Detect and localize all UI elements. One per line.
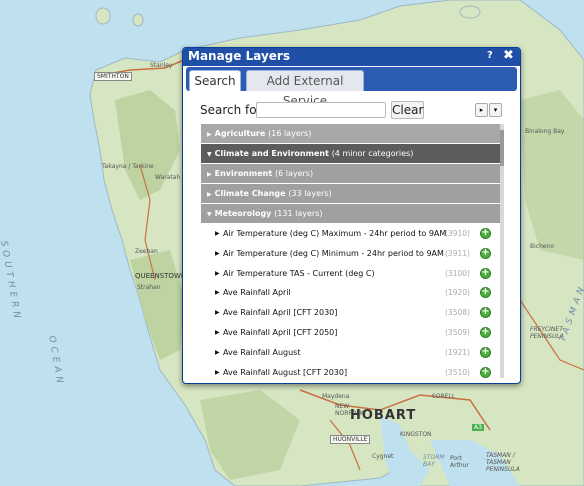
layer-id: (1920) [445, 288, 470, 298]
map-label-strahan: Strahan [137, 284, 161, 291]
help-button[interactable]: ? [487, 50, 493, 61]
map-label-maydena: Maydena [322, 393, 350, 400]
expanded-arrow-icon: ▼ [207, 211, 212, 218]
layer-name: Ave Rainfall August [CFT 2030] [223, 367, 348, 377]
layer-row[interactable]: ▶ Air Temperature (deg C) Minimum - 24hr… [201, 244, 502, 264]
layer-id: (3509) [445, 327, 470, 337]
close-icon[interactable]: ✖ [503, 48, 514, 63]
map-label-storm-bay: STORM BAY [423, 454, 445, 468]
expand-arrow-icon[interactable]: ▶ [215, 230, 220, 237]
expanded-arrow-icon: ▼ [207, 151, 212, 158]
tab-strip: Search Add External Service [186, 67, 517, 108]
map-label-zeehan: Zeehan [135, 248, 158, 255]
add-layer-icon[interactable]: + [480, 228, 491, 239]
manage-layers-dialog: Manage Layers ? ✖ Search Add External Se… [182, 47, 521, 384]
map-label-road-a3: A3 [472, 424, 484, 431]
layer-id: (3508) [445, 308, 470, 318]
map-label-sorell: SORELL [432, 393, 456, 400]
layer-id: (1921) [445, 347, 470, 357]
tab-search[interactable]: Search [189, 70, 241, 91]
collapsed-arrow-icon: ▶ [207, 131, 212, 138]
expand-arrow-icon[interactable]: ▶ [215, 309, 220, 316]
layer-id: (3100) [445, 268, 470, 278]
map-label-port-arthur: Port Arthur [450, 455, 469, 469]
layer-name: Air Temperature (deg C) Minimum - 24hr p… [223, 248, 444, 258]
map-label-cygnet: Cygnet [372, 453, 394, 460]
collapsed-arrow-icon: ▶ [207, 171, 212, 178]
map-label-bicheno: Bicheno [530, 243, 555, 250]
layer-row[interactable]: ▶ Ave Rainfall August [CFT 2030] (3510) … [201, 363, 502, 378]
search-row: Search for Clear ▸ ▾ [183, 101, 520, 121]
category-environment[interactable]: ▶ Environment (6 layers) [201, 164, 502, 183]
map-label-hobart: HOBART [350, 408, 417, 423]
expand-arrow-icon[interactable]: ▶ [215, 270, 220, 277]
map-label-kingston: KINGSTON [400, 431, 432, 438]
dialog-title: Manage Layers [188, 49, 290, 63]
add-layer-icon[interactable]: + [480, 366, 491, 378]
expand-arrow-icon[interactable]: ▶ [215, 349, 220, 356]
layer-name: Air Temperature TAS - Current (deg C) [223, 268, 375, 278]
layer-id: (3911) [445, 248, 470, 258]
category-agriculture[interactable]: ▶ Agriculture (16 layers) [201, 124, 502, 143]
expand-arrow-icon[interactable]: ▶ [215, 329, 220, 336]
layer-name: Air Temperature (deg C) Maximum - 24hr p… [223, 229, 447, 238]
add-layer-icon[interactable]: + [480, 346, 491, 358]
expand-arrow-icon[interactable]: ▶ [215, 289, 220, 296]
map-label-takayna: Takayna / Tarkine [102, 163, 154, 170]
map-label-stanley: Stanley [150, 62, 173, 69]
map-label-queenstown: QUEENSTOWN [135, 272, 187, 280]
layer-name: Ave Rainfall April [CFT 2030] [223, 308, 338, 318]
search-input[interactable] [256, 102, 386, 118]
layer-name: Ave Rainfall August [223, 347, 301, 357]
tab-add-external-service[interactable]: Add External Service [246, 70, 364, 108]
layer-row[interactable]: ▶ Air Temperature TAS - Current (deg C) … [201, 264, 502, 284]
add-layer-icon[interactable]: + [480, 326, 491, 338]
map-label-waratah: Waratah [155, 174, 181, 181]
scrollbar-thumb[interactable] [500, 130, 504, 166]
category-climate-change[interactable]: ▶ Climate Change (33 layers) [201, 184, 502, 203]
layer-id: (3510) [445, 367, 470, 377]
clear-button[interactable]: Clear [391, 101, 424, 119]
layer-name: Ave Rainfall April [223, 288, 291, 298]
layer-row[interactable]: ▶ Ave Rainfall April (1920) + [201, 283, 502, 303]
layer-row[interactable]: ▶ Ave Rainfall April [CFT 2050] (3509) + [201, 323, 502, 343]
expand-arrow-icon[interactable]: ▸ [475, 103, 488, 117]
add-layer-icon[interactable]: + [480, 287, 491, 299]
expand-arrow-icon[interactable]: ▶ [215, 369, 220, 376]
expand-arrow-icon[interactable]: ▶ [215, 250, 220, 257]
search-label: Search for [200, 103, 262, 117]
layer-list-scrollbar[interactable] [500, 124, 504, 378]
map-label-binalong: Binalong Bay [525, 128, 565, 135]
layer-row[interactable]: ▶ Air Temperature (deg C) Maximum - 24hr… [201, 224, 502, 244]
add-layer-icon[interactable]: + [480, 247, 491, 259]
category-climate-and-environment[interactable]: ▼ Climate and Environment (4 minor catego… [201, 144, 502, 163]
map-label-tasman-peninsula: TASMAN / TASMAN PENINSULA [486, 452, 520, 473]
layer-name: Ave Rainfall April [CFT 2050] [223, 327, 338, 337]
map-label-huonville: HUONVILLE [330, 435, 371, 444]
layer-row[interactable]: ▶ Ave Rainfall August (1921) + [201, 343, 502, 363]
map-label-smithton: SMITHTON [94, 72, 132, 81]
add-layer-icon[interactable]: + [480, 307, 491, 319]
layer-tree: ▶ Agriculture (16 layers) ▼ Climate and En… [201, 124, 502, 378]
dropdown-menu-icon[interactable]: ▾ [489, 103, 502, 117]
add-layer-icon[interactable]: + [480, 267, 491, 279]
layer-id: (3910) [445, 229, 470, 238]
category-meteorology[interactable]: ▼ Meteorology (131 layers) [201, 204, 502, 223]
dialog-titlebar[interactable]: Manage Layers ? ✖ [183, 48, 520, 66]
layer-row[interactable]: ▶ Ave Rainfall April [CFT 2030] (3508) + [201, 303, 502, 323]
collapsed-arrow-icon: ▶ [207, 191, 212, 198]
